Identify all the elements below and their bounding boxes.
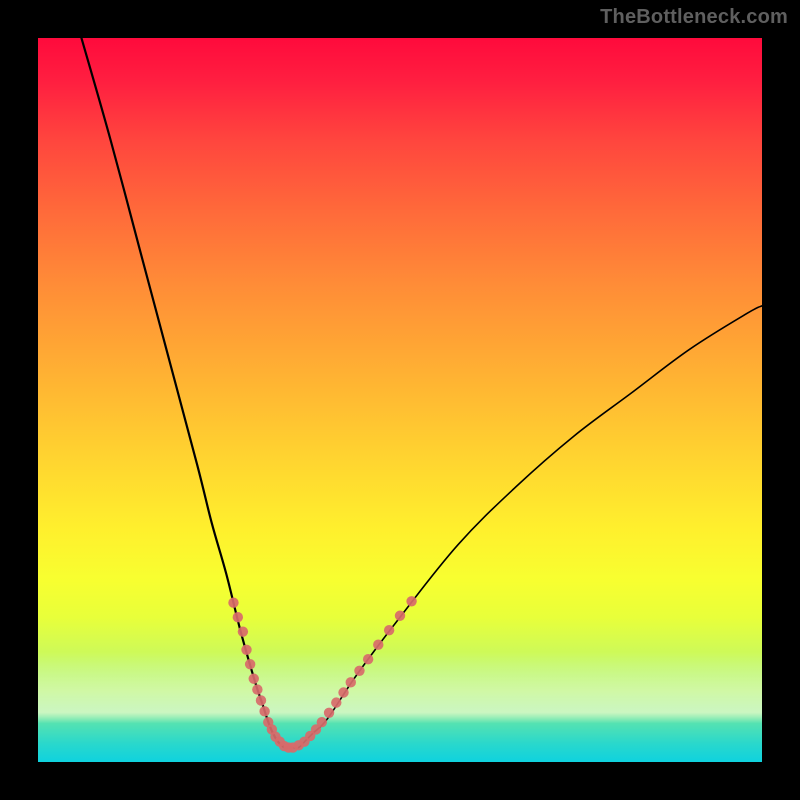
highlight-dot [249, 674, 259, 684]
highlight-dot [241, 645, 251, 655]
highlight-dot [363, 654, 373, 664]
highlight-dot [256, 695, 266, 705]
highlight-dot [395, 611, 405, 621]
attribution-watermark: TheBottleneck.com [600, 6, 788, 29]
highlight-dot [373, 640, 383, 650]
highlight-dots [228, 596, 417, 753]
highlight-dot [331, 697, 341, 707]
highlight-dot [317, 717, 327, 727]
highlight-dot [259, 706, 269, 716]
highlight-dot [252, 684, 262, 694]
highlight-dot [338, 687, 348, 697]
curve-layer [38, 38, 762, 762]
curve-left-branch [81, 38, 284, 748]
highlight-dot [406, 596, 416, 606]
highlight-dot [384, 625, 394, 635]
highlight-dot [233, 612, 243, 622]
highlight-dot [238, 626, 248, 636]
chart-frame: TheBottleneck.com [0, 0, 800, 800]
highlight-dot [245, 659, 255, 669]
plot-area [38, 38, 762, 762]
highlight-dot [354, 666, 364, 676]
highlight-dot [346, 677, 356, 687]
highlight-dot [324, 708, 334, 718]
highlight-dot [228, 598, 238, 608]
